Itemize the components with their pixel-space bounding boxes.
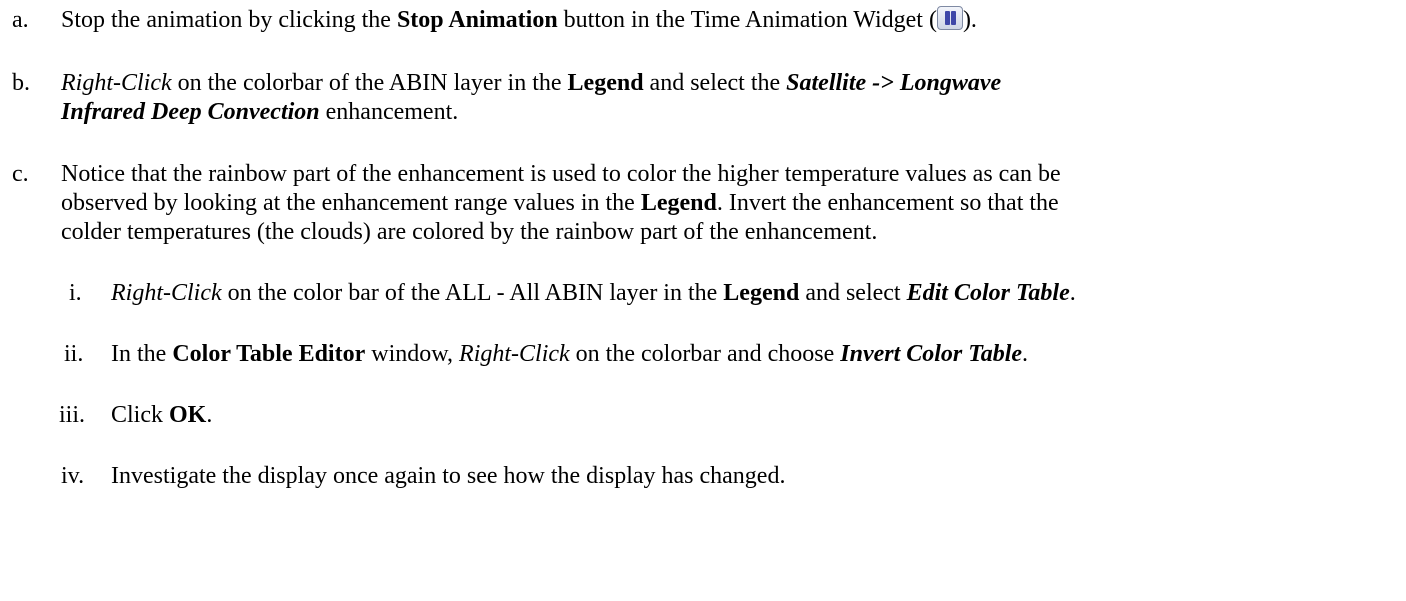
substep-iii-text-1: Click: [111, 402, 169, 428]
satellite-longwave-label: Satellite -> Longwave: [786, 70, 1002, 96]
step-b-line-2: Infrared Deep Convection enhancement.: [61, 96, 458, 128]
pause-icon: [936, 6, 963, 30]
substep-i-text-1: on the color bar of the ALL - All ABIN l…: [221, 280, 724, 306]
edit-color-table-label: Edit Color Table: [906, 280, 1070, 306]
substep-iv-marker: iv.: [61, 463, 85, 489]
step-c-marker: c.: [12, 161, 29, 187]
substep-iii-marker: iii.: [59, 402, 86, 428]
step-b-marker: b.: [12, 70, 30, 96]
step-a-text-2: button in the Time Animation Widget (: [557, 7, 937, 33]
step-c-line-2: observed by looking at the enhancement r…: [61, 187, 1059, 219]
substep-ii-line: In the Color Table Editor window, Right-…: [111, 338, 1028, 370]
substep-i-line: Right-Click on the color bar of the ALL …: [111, 277, 1076, 309]
substep-ii-text-4: .: [1022, 341, 1029, 367]
step-c-text-2a: observed by looking at the enhancement r…: [61, 190, 641, 216]
step-a-text-1: Stop the animation by clicking the: [61, 7, 397, 33]
substep-i-text-3: .: [1069, 280, 1076, 306]
step-b-text-1: on the colorbar of the ABIN layer in the: [171, 70, 568, 96]
substep-iv-line: Investigate the display once again to se…: [111, 463, 786, 489]
legend-label: Legend: [567, 70, 644, 96]
invert-color-table-label: Invert Color Table: [840, 341, 1023, 367]
step-a-marker: a.: [12, 7, 29, 33]
step-c-line-3: colder temperatures (the clouds) are col…: [61, 219, 878, 245]
ok-label: OK: [169, 402, 207, 428]
substep-ii-marker: ii.: [64, 341, 84, 367]
substep-ii-text-2: window,: [365, 341, 460, 367]
right-click-label: Right-Click: [111, 280, 222, 306]
step-a-text-3: ).: [962, 7, 977, 33]
right-click-label: Right-Click: [61, 70, 172, 96]
substep-iii-line: Click OK.: [111, 399, 212, 431]
substep-i-text-2: and select: [799, 280, 907, 306]
step-b-text-3: enhancement.: [319, 99, 459, 125]
right-click-label: Right-Click: [459, 341, 570, 367]
step-c-line-1: Notice that the rainbow part of the enha…: [61, 161, 1061, 187]
legend-label: Legend: [640, 190, 717, 216]
stop-animation-label: Stop Animation: [396, 7, 558, 33]
color-table-editor-label: Color Table Editor: [172, 341, 366, 367]
substep-ii-text-3: on the colorbar and choose: [569, 341, 841, 367]
infrared-deep-convection-label: Infrared Deep Convection: [61, 99, 320, 125]
step-b-text-2: and select the: [643, 70, 787, 96]
step-a-line: Stop the animation by clicking the Stop …: [61, 4, 977, 36]
substep-i-marker: i.: [69, 280, 82, 306]
step-c-text-2c: . Invert the enhancement so that the: [716, 190, 1059, 216]
legend-label: Legend: [723, 280, 800, 306]
substep-iii-text-2: .: [206, 402, 213, 428]
step-b-line-1: Right-Click on the colorbar of the ABIN …: [61, 67, 1001, 99]
substep-ii-text-1: In the: [111, 341, 173, 367]
